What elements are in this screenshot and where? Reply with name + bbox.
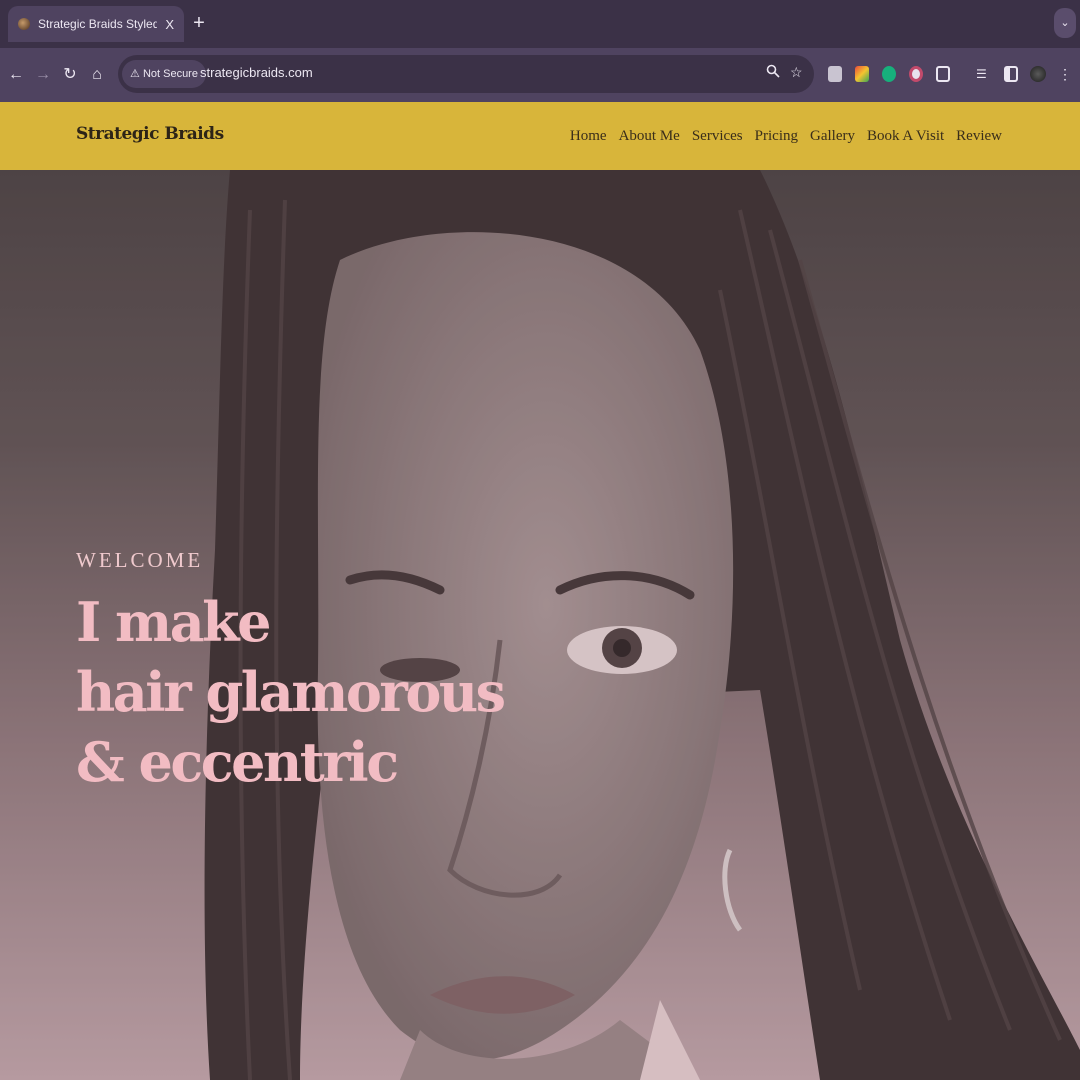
browser-tab-strip: Strategic Braids Styled By Be X + ⌄ (0, 0, 1080, 48)
browser-tab[interactable]: Strategic Braids Styled By Be X (8, 6, 184, 42)
tab-title: Strategic Braids Styled By Be (38, 17, 158, 31)
hero-headline: I make hair glamorous & eccentric (76, 587, 506, 797)
headline-line: I make (76, 590, 271, 654)
nav-pricing[interactable]: Pricing (755, 128, 798, 145)
grammarly-icon[interactable] (882, 66, 896, 82)
hero-eyebrow: WELCOME (76, 548, 204, 572)
hero-text-block: WELCOME I make hair glamorous & eccentri… (76, 548, 506, 797)
main-navigation: Home About Me Services Pricing Gallery B… (570, 128, 1002, 145)
nav-gallery[interactable]: Gallery (810, 128, 855, 145)
nav-book-a-visit[interactable]: Book A Visit (867, 128, 944, 145)
nav-services[interactable]: Services (692, 128, 743, 145)
website-viewport: Strategic Braids Home About Me Services … (0, 102, 1080, 1080)
nav-about-me[interactable]: About Me (619, 128, 680, 145)
site-security-chip[interactable]: ⚠ Not Secure (122, 60, 206, 88)
side-panel-icon[interactable] (1004, 66, 1018, 82)
address-bar[interactable]: ⚠ Not Secure strategicbraids.com ☆ (118, 55, 814, 93)
site-header: Strategic Braids Home About Me Services … (0, 102, 1080, 170)
browser-toolbar: ← → ↻ ⌂ ⚠ Not Secure strategicbraids.com… (0, 48, 1080, 102)
extension-icon[interactable] (828, 66, 842, 82)
back-button[interactable]: ← (6, 64, 26, 86)
site-brand-logo[interactable]: Strategic Braids (76, 124, 224, 144)
extension-icon[interactable] (909, 66, 923, 82)
extensions-puzzle-icon[interactable] (936, 66, 950, 82)
headline-line: hair glamorous (76, 660, 506, 724)
reading-list-icon[interactable]: ☰ (976, 66, 990, 82)
new-tab-button[interactable]: + (190, 12, 208, 34)
home-button[interactable]: ⌂ (87, 64, 107, 86)
warning-icon: ⚠ (130, 68, 140, 80)
nav-review[interactable]: Review (956, 128, 1002, 145)
headline-line: & eccentric (76, 730, 399, 794)
url-text[interactable]: strategicbraids.com (200, 65, 313, 80)
site-favicon-icon (18, 18, 30, 30)
hero-section: WELCOME I make hair glamorous & eccentri… (0, 170, 1080, 1080)
forward-button[interactable]: → (33, 64, 53, 86)
browser-menu-icon[interactable]: ⋮ (1058, 66, 1072, 82)
bookmark-star-icon[interactable]: ☆ (790, 64, 803, 81)
close-tab-icon[interactable]: X (165, 17, 174, 32)
extension-icon[interactable] (855, 66, 869, 82)
zoom-icon[interactable] (766, 64, 780, 81)
security-label: Not Secure (142, 68, 198, 80)
nav-home[interactable]: Home (570, 128, 607, 145)
reload-button[interactable]: ↻ (60, 64, 80, 86)
tab-search-button[interactable]: ⌄ (1054, 8, 1076, 38)
profile-avatar[interactable] (1030, 66, 1046, 82)
